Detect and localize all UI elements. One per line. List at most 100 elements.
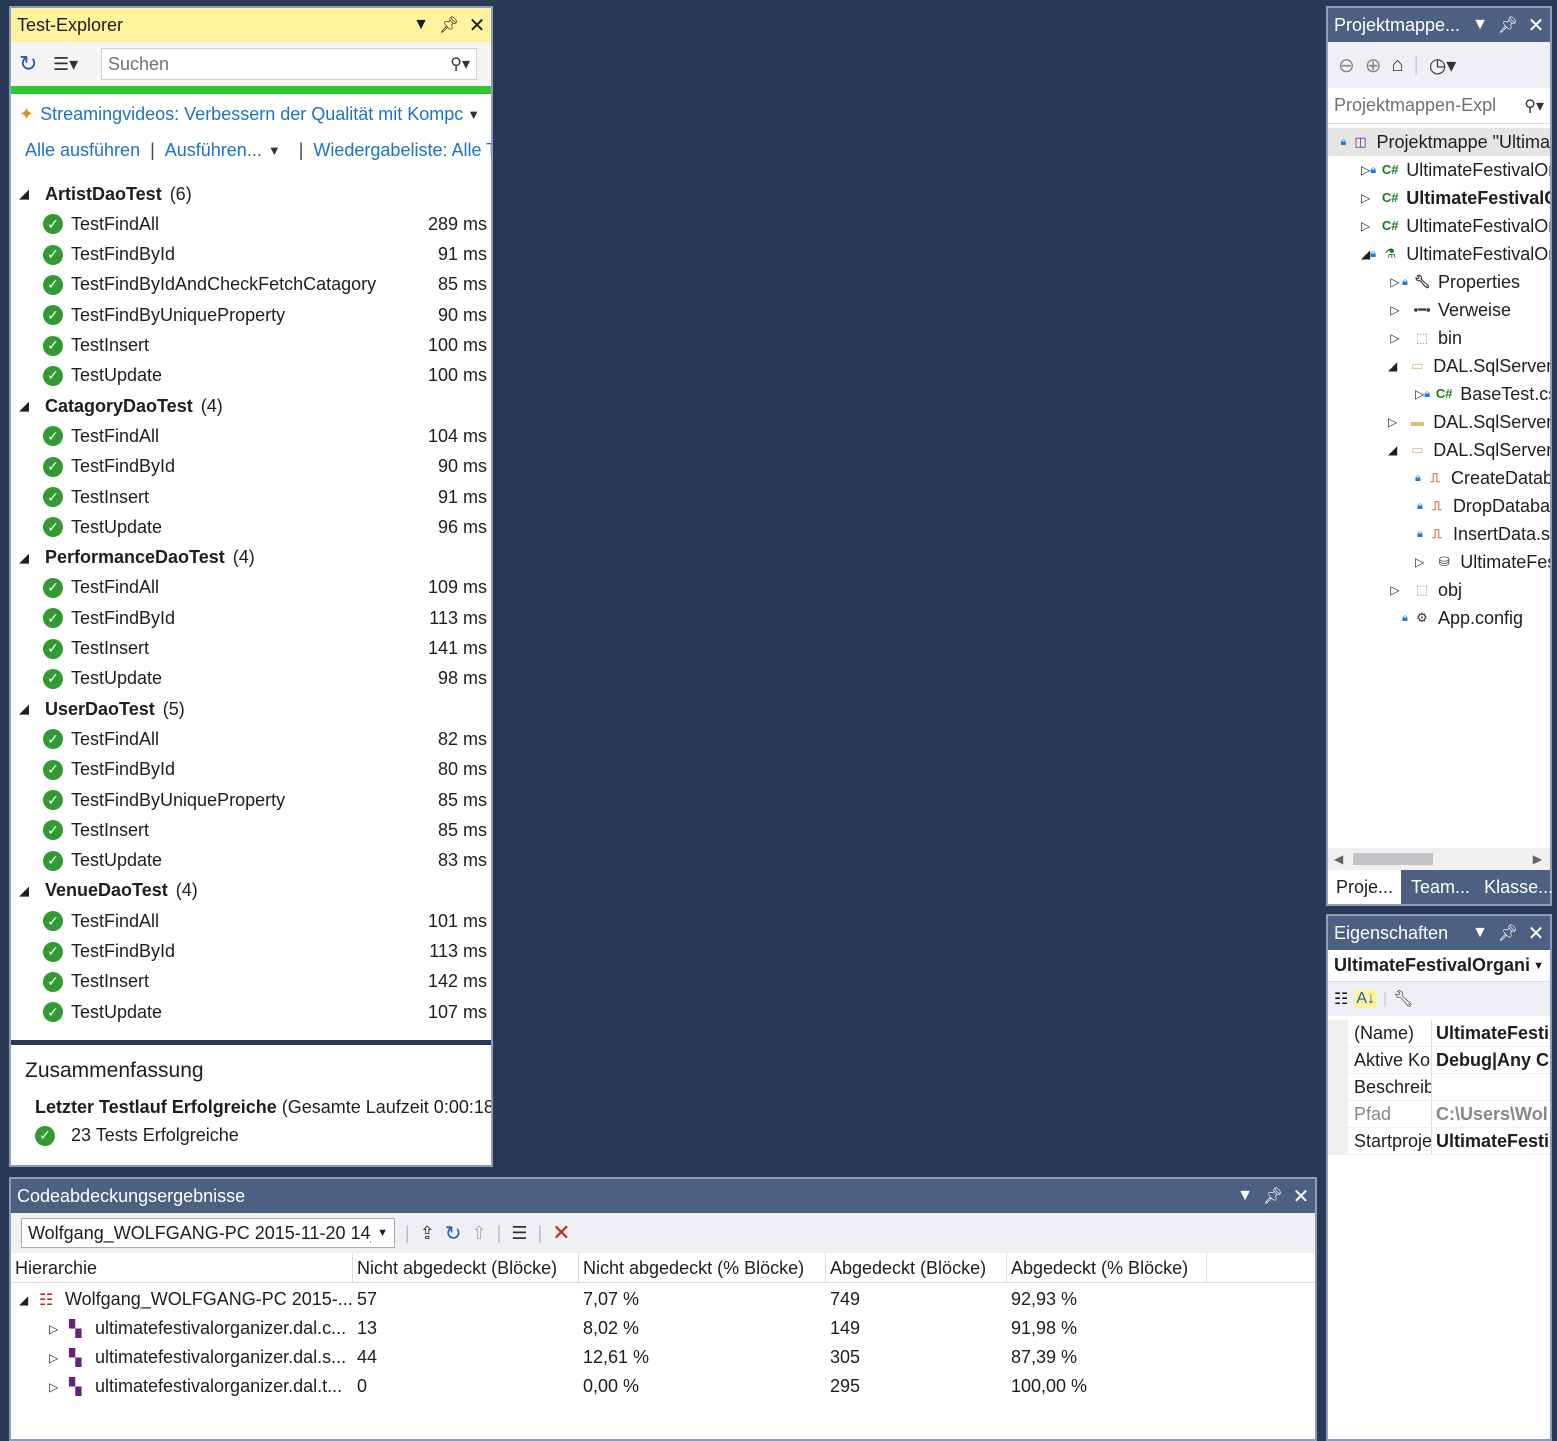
run-refresh-icon[interactable]: ↻	[19, 51, 45, 77]
group-by-icon[interactable]: ☰▾	[53, 54, 93, 75]
refresh-icon[interactable]: ↻	[445, 1221, 462, 1246]
close-icon[interactable]: ✕	[1522, 13, 1550, 38]
solution-tree-item[interactable]: ◢ 🔒︎ ⚗ UltimateFestivalOrg	[1328, 240, 1550, 268]
expand-icon[interactable]: ▷	[1388, 331, 1402, 345]
expand-icon[interactable]: ▷	[49, 1322, 69, 1336]
test-item[interactable]: ✓ TestUpdate 98 ms	[11, 664, 491, 694]
expand-icon[interactable]: ▷	[1388, 583, 1402, 597]
delete-icon[interactable]: ✕	[552, 1220, 570, 1246]
test-item[interactable]: ✓ TestFindAll 109 ms	[11, 573, 491, 603]
expand-icon[interactable]: ▷	[1361, 219, 1370, 233]
dropdown-arrow-icon[interactable]: ▼	[1231, 1187, 1259, 1205]
test-item[interactable]: ✓ TestFindById 90 ms	[11, 452, 491, 482]
collapse-icon[interactable]: ◢	[19, 550, 45, 566]
solution-tree-item[interactable]: ▷ 🔒︎ 🔧︎ Properties	[1328, 268, 1550, 296]
property-value[interactable]: UltimateFesti	[1432, 1128, 1550, 1154]
solution-tree-item[interactable]: ▷ ⛁ UltimateFes	[1328, 548, 1550, 576]
close-icon[interactable]: ✕	[1287, 1184, 1315, 1209]
scroll-thumb[interactable]	[1353, 853, 1434, 865]
solution-tree-item[interactable]: 🔒︎ ◫ Projektmappe "Ultima	[1328, 128, 1550, 156]
close-icon[interactable]: ✕	[463, 13, 491, 38]
expand-icon[interactable]: ▷	[1388, 303, 1402, 317]
horizontal-scrollbar[interactable]: ◀ ▶	[1328, 848, 1550, 870]
playlist-link[interactable]: Wiedergabeliste: Alle T	[313, 140, 491, 161]
run-link[interactable]: Ausführen...	[165, 140, 262, 161]
promo-row[interactable]: ✦ Streamingvideos: Verbessern der Qualit…	[11, 94, 491, 134]
pin-icon[interactable]: 📌︎	[1259, 1186, 1287, 1206]
solution-tree-item[interactable]: ▷ ▪━▪ Verweise	[1328, 296, 1550, 324]
property-value[interactable]: C:\Users\Wol	[1432, 1101, 1550, 1127]
property-value[interactable]: Debug|Any C	[1432, 1047, 1550, 1073]
expand-icon[interactable]: ▷	[1415, 555, 1424, 569]
import-icon[interactable]: ⇧	[472, 1223, 487, 1244]
solution-tree-item[interactable]: 🔒︎ ⎍ InsertData.s	[1328, 520, 1550, 548]
close-icon[interactable]: ✕	[1522, 921, 1550, 946]
test-item[interactable]: ✓ TestUpdate 83 ms	[11, 846, 491, 876]
property-value[interactable]	[1432, 1074, 1550, 1100]
solution-tree-item[interactable]: ◢ ▭ DAL.SqlServer.I	[1328, 436, 1550, 464]
dropdown-arrow-icon[interactable]: ▼	[407, 16, 435, 34]
test-item[interactable]: ✓ TestInsert 85 ms	[11, 815, 491, 845]
back-icon[interactable]: ⊖	[1338, 53, 1355, 78]
categorized-icon[interactable]: ☷	[1334, 989, 1348, 1009]
expand-icon[interactable]: ▷	[49, 1351, 69, 1365]
solution-tree-item[interactable]: ▷ C# UltimateFestivalC	[1328, 184, 1550, 212]
history-icon[interactable]: ◷▾	[1429, 53, 1457, 78]
search-input[interactable]: Suchen	[108, 54, 450, 75]
test-item[interactable]: ✓ TestFindById 113 ms	[11, 937, 491, 967]
test-item[interactable]: ✓ TestFindAll 82 ms	[11, 724, 491, 754]
test-group-header[interactable]: ◢ UserDaoTest (5)	[11, 694, 491, 724]
column-header[interactable]: Nicht abgedeckt (% Blöcke)	[579, 1253, 826, 1283]
solution-tree-item[interactable]: ▷ 🔒︎ C# BaseTest.cs	[1328, 380, 1550, 408]
collapse-icon[interactable]: ◢	[19, 883, 45, 899]
alphabetical-icon[interactable]: A↓	[1354, 990, 1378, 1008]
expand-icon[interactable]: ▷	[1415, 387, 1424, 401]
wrench-icon[interactable]: 🔧︎	[1393, 989, 1413, 1009]
dropdown-arrow-icon[interactable]: ▼	[1466, 924, 1494, 942]
coverage-row[interactable]: ▷ ▚ ultimatefestivalorganizer.dal.s... 44 12…	[11, 1343, 1315, 1372]
test-item[interactable]: ✓ TestInsert 91 ms	[11, 482, 491, 512]
solution-tree-item[interactable]: ▷ 🔒︎ C# UltimateFestivalOrg	[1328, 156, 1550, 184]
property-row[interactable]: Pfad C:\Users\Wol	[1328, 1101, 1550, 1128]
property-row[interactable]: Aktive Kor Debug|Any C	[1328, 1047, 1550, 1074]
run-dropdown-icon[interactable]: ▼	[268, 143, 281, 158]
tab-solution[interactable]: Proje...	[1328, 870, 1402, 904]
test-group-header[interactable]: ◢ PerformanceDaoTest (4)	[11, 543, 491, 573]
test-group-header[interactable]: ◢ ArtistDaoTest (6)	[11, 179, 491, 209]
search-box[interactable]: Suchen ⚲▾	[101, 48, 477, 80]
test-item[interactable]: ✓ TestFindAll 104 ms	[11, 421, 491, 451]
test-item[interactable]: ✓ TestUpdate 96 ms	[11, 512, 491, 542]
solution-tree-item[interactable]: 🔒︎ ⎍ DropDataba	[1328, 492, 1550, 520]
solution-tree-item[interactable]: ◢ ▭ DAL.SqlServer	[1328, 352, 1550, 380]
test-item[interactable]: ✓ TestUpdate 100 ms	[11, 361, 491, 391]
pin-icon[interactable]: 📌︎	[435, 15, 463, 35]
test-item[interactable]: ✓ TestInsert 100 ms	[11, 331, 491, 361]
test-item[interactable]: ✓ TestFindAll 289 ms	[11, 209, 491, 239]
object-selector[interactable]: UltimateFestivalOrgani ▼	[1328, 950, 1550, 982]
coloring-icon[interactable]: ☰	[511, 1223, 527, 1244]
tab-team[interactable]: Team...	[1401, 877, 1480, 898]
collapse-icon[interactable]: ◢	[19, 1293, 39, 1307]
run-all-link[interactable]: Alle ausführen	[25, 140, 140, 161]
solution-search-box[interactable]: Projektmappen-Expl ⚲▾	[1328, 88, 1550, 124]
run-selector[interactable]: Wolfgang_WOLFGANG-PC 2015-11-20 14_! ▼	[21, 1218, 395, 1248]
test-item[interactable]: ✓ TestFindById 80 ms	[11, 755, 491, 785]
test-item[interactable]: ✓ TestInsert 142 ms	[11, 967, 491, 997]
collapse-icon[interactable]: ◢	[19, 186, 45, 202]
coverage-row[interactable]: ▷ ▚ ultimatefestivalorganizer.dal.c... 13 8,…	[11, 1314, 1315, 1343]
search-icon[interactable]: ⚲▾	[1524, 96, 1544, 116]
expand-icon[interactable]: ▷	[1361, 163, 1370, 177]
test-group-header[interactable]: ◢ VenueDaoTest (4)	[11, 876, 491, 906]
property-row[interactable]: Beschreibu	[1328, 1074, 1550, 1101]
property-value[interactable]: UltimateFesti	[1432, 1020, 1550, 1046]
expand-icon[interactable]: ▷	[1388, 275, 1402, 289]
solution-tree-item[interactable]: ▷ ⬚ obj	[1328, 576, 1550, 604]
coverage-row[interactable]: ◢ ☷ Wolfgang_WOLFGANG-PC 2015-... 57 7,07 % 7…	[11, 1285, 1315, 1314]
chevron-down-icon[interactable]: ▼	[371, 1227, 394, 1239]
test-item[interactable]: ✓ TestFindByUniqueProperty 90 ms	[11, 300, 491, 330]
test-item[interactable]: ✓ TestFindByUniqueProperty 85 ms	[11, 785, 491, 815]
test-item[interactable]: ✓ TestUpdate 107 ms	[11, 997, 491, 1027]
property-row[interactable]: Startproje UltimateFesti	[1328, 1128, 1550, 1155]
tab-class[interactable]: Klasse...	[1480, 877, 1557, 898]
collapse-icon[interactable]: ◢	[19, 701, 45, 717]
